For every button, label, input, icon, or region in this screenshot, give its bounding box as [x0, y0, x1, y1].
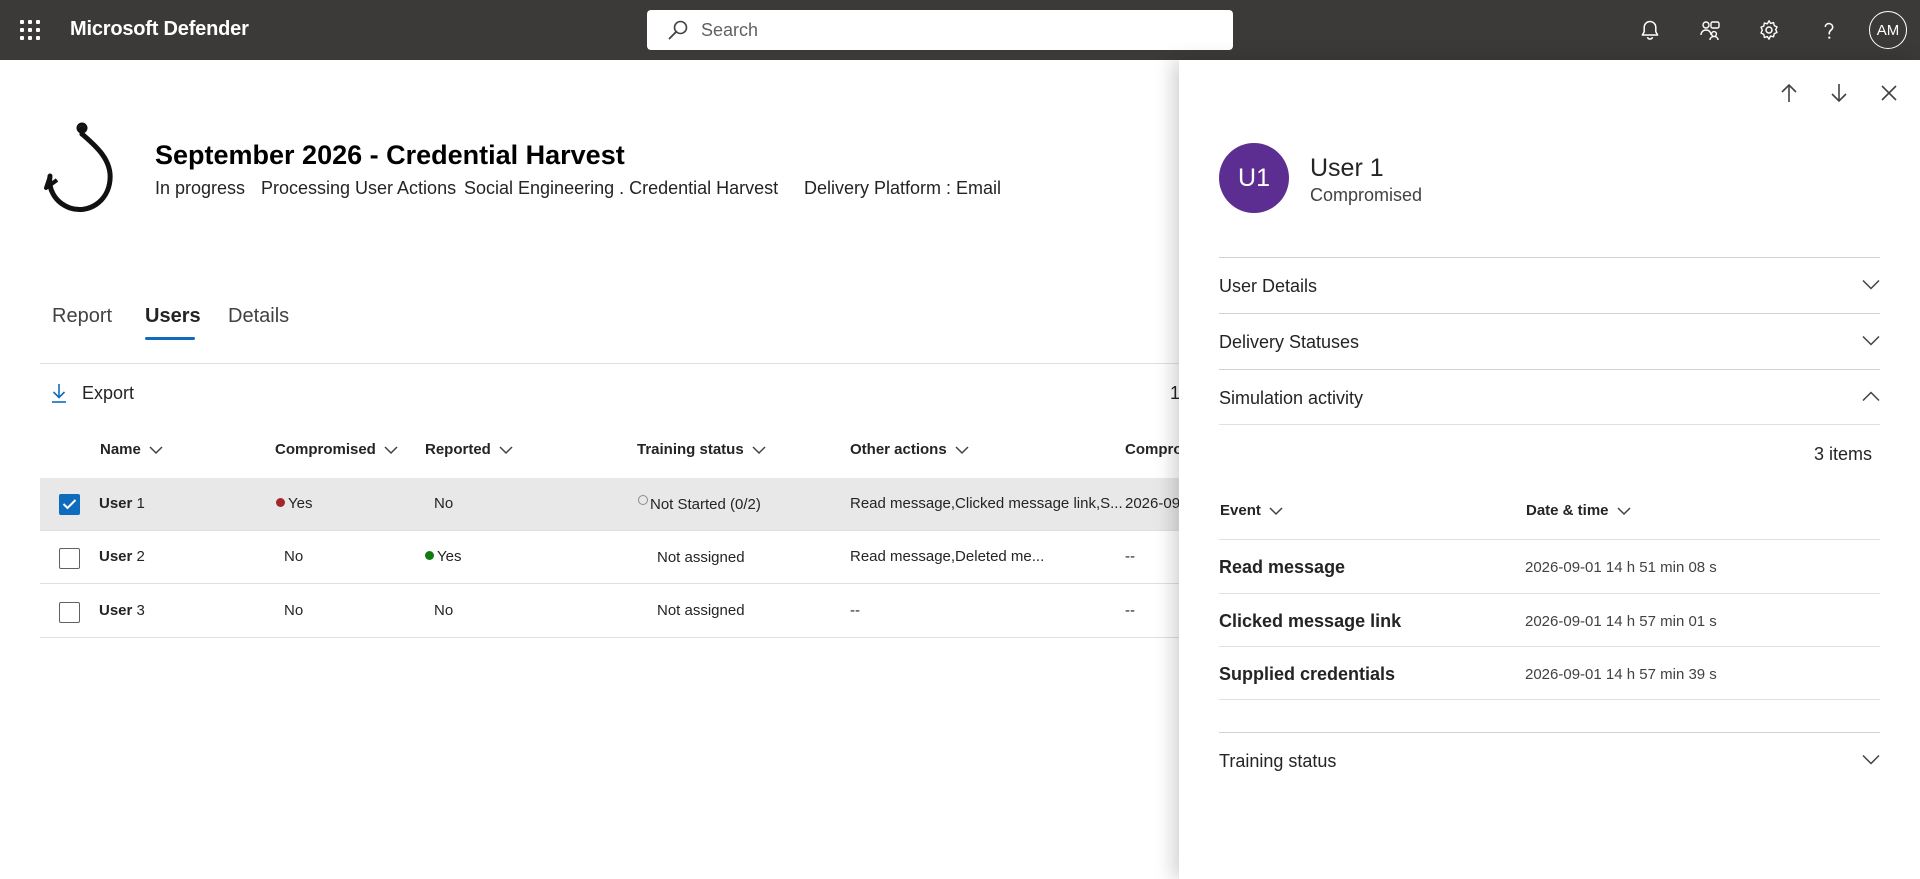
user-name[interactable]: User 3 [99, 602, 145, 619]
section-training-status[interactable]: Training status [1219, 732, 1880, 788]
chevron-down-icon [499, 445, 513, 454]
fishhook-icon [44, 122, 113, 212]
active-tab-indicator [145, 337, 195, 340]
compromised-cell: Yes [276, 495, 312, 512]
simulation-status: In progress [155, 178, 246, 198]
user-avatar: U1 [1219, 143, 1289, 213]
user-name[interactable]: User 2 [99, 548, 145, 565]
account-avatar[interactable]: AM [1869, 11, 1907, 49]
activity-event: Supplied credentials [1219, 664, 1396, 684]
user-name[interactable]: User 1 [99, 495, 145, 512]
compromised-date-cell: 2026-09 [1125, 495, 1181, 512]
section-user-details[interactable]: User Details [1219, 257, 1880, 313]
column-header-compromised[interactable]: Compromised [275, 441, 398, 458]
tab-report[interactable]: Report [52, 305, 112, 328]
reported-cell: Yes [425, 548, 461, 565]
chevron-down-icon [149, 445, 163, 454]
user-detail-panel: U1 User 1 Compromised User Details Deliv… [1179, 60, 1920, 879]
search-input[interactable] [701, 19, 1181, 41]
simulation-platform: Delivery Platform : Email [804, 178, 1002, 198]
section-delivery-statuses[interactable]: Delivery Statuses [1219, 313, 1880, 369]
reported-cell: No [434, 495, 454, 512]
column-header-name[interactable]: Name [100, 441, 163, 458]
user-name-heading: User 1 [1310, 154, 1384, 182]
compromised-date-cell: -- [1125, 548, 1135, 565]
bell-icon[interactable] [1634, 14, 1666, 46]
reported-cell: No [434, 602, 454, 619]
gear-icon[interactable] [1753, 14, 1785, 46]
activity-row[interactable]: Supplied credentials 2026-09-01 14 h 57 … [1219, 646, 1880, 700]
export-label: Export [82, 382, 135, 403]
activity-row[interactable]: Clicked message link 2026-09-01 14 h 57 … [1219, 593, 1880, 647]
row-checkbox[interactable] [59, 548, 80, 569]
download-icon [52, 384, 66, 403]
simulation-phase: Processing User Actions [261, 178, 457, 198]
activity-datetime: 2026-09-01 14 h 51 min 08 s [1525, 559, 1717, 576]
other-actions-cell: Read message,Deleted me... [850, 548, 1045, 565]
app-title[interactable]: Microsoft Defender [70, 18, 249, 41]
training-status-cell: Not assigned [657, 549, 745, 566]
close-icon[interactable] [1874, 78, 1904, 108]
column-header-compromised-date[interactable]: Compro [1125, 441, 1183, 458]
chevron-down-icon [1269, 506, 1283, 515]
row-checkbox[interactable] [59, 494, 80, 515]
chevron-down-icon [1862, 754, 1880, 765]
community-icon[interactable] [1694, 14, 1726, 46]
divider [40, 363, 1180, 364]
column-header-date-time[interactable]: Date & time [1526, 502, 1631, 519]
compromised-cell: No [284, 602, 304, 619]
export-button[interactable]: Export [50, 380, 134, 406]
not-started-icon [638, 495, 648, 505]
help-icon[interactable] [1813, 14, 1845, 46]
waffle-icon[interactable] [18, 18, 42, 42]
chevron-down-icon [1862, 335, 1880, 346]
table-row[interactable] [40, 585, 1180, 638]
other-actions-cell: -- [850, 602, 860, 619]
arrow-down-icon[interactable] [1824, 78, 1854, 108]
chevron-down-icon [752, 445, 766, 454]
activity-datetime: 2026-09-01 14 h 57 min 01 s [1525, 613, 1717, 630]
row-checkbox[interactable] [59, 602, 80, 623]
column-header-training-status[interactable]: Training status [637, 441, 766, 458]
simulation-title: September 2026 - Credential Harvest [155, 140, 625, 170]
activity-event: Clicked message link [1219, 611, 1402, 631]
checkmark-icon [62, 499, 77, 510]
chevron-down-icon [1862, 279, 1880, 290]
training-status-cell: Not assigned [657, 602, 745, 619]
tab-users[interactable]: Users [145, 305, 201, 328]
chevron-down-icon [384, 445, 398, 454]
compromised-date-cell: -- [1125, 602, 1135, 619]
status-dot [276, 498, 285, 507]
chevron-up-icon [1862, 391, 1880, 402]
chevron-down-icon [1617, 506, 1631, 515]
status-dot [425, 551, 434, 560]
column-header-reported[interactable]: Reported [425, 441, 513, 458]
column-header-event[interactable]: Event [1220, 502, 1283, 519]
top-bar: Microsoft Defender AM [0, 0, 1920, 60]
training-status-cell: Not Started (0/2) [638, 495, 761, 513]
other-actions-cell: Read message,Clicked message link,S... [850, 495, 1123, 512]
section-simulation-activity[interactable]: Simulation activity [1219, 369, 1880, 425]
compromised-cell: No [284, 548, 304, 565]
user-status: Compromised [1310, 185, 1423, 205]
tab-details[interactable]: Details [228, 305, 289, 328]
activity-datetime: 2026-09-01 14 h 57 min 39 s [1525, 666, 1717, 683]
column-header-other-actions[interactable]: Other actions [850, 441, 969, 458]
simulation-technique: Social Engineering . Credential Harvest [464, 178, 779, 198]
chevron-down-icon [955, 445, 969, 454]
search-box[interactable] [647, 10, 1233, 50]
activity-row[interactable]: Read message 2026-09-01 14 h 51 min 08 s [1219, 539, 1880, 593]
search-icon [668, 20, 688, 40]
activity-event: Read message [1219, 557, 1346, 577]
activity-items-count: 3 items [1814, 444, 1873, 464]
arrow-up-icon[interactable] [1774, 78, 1804, 108]
